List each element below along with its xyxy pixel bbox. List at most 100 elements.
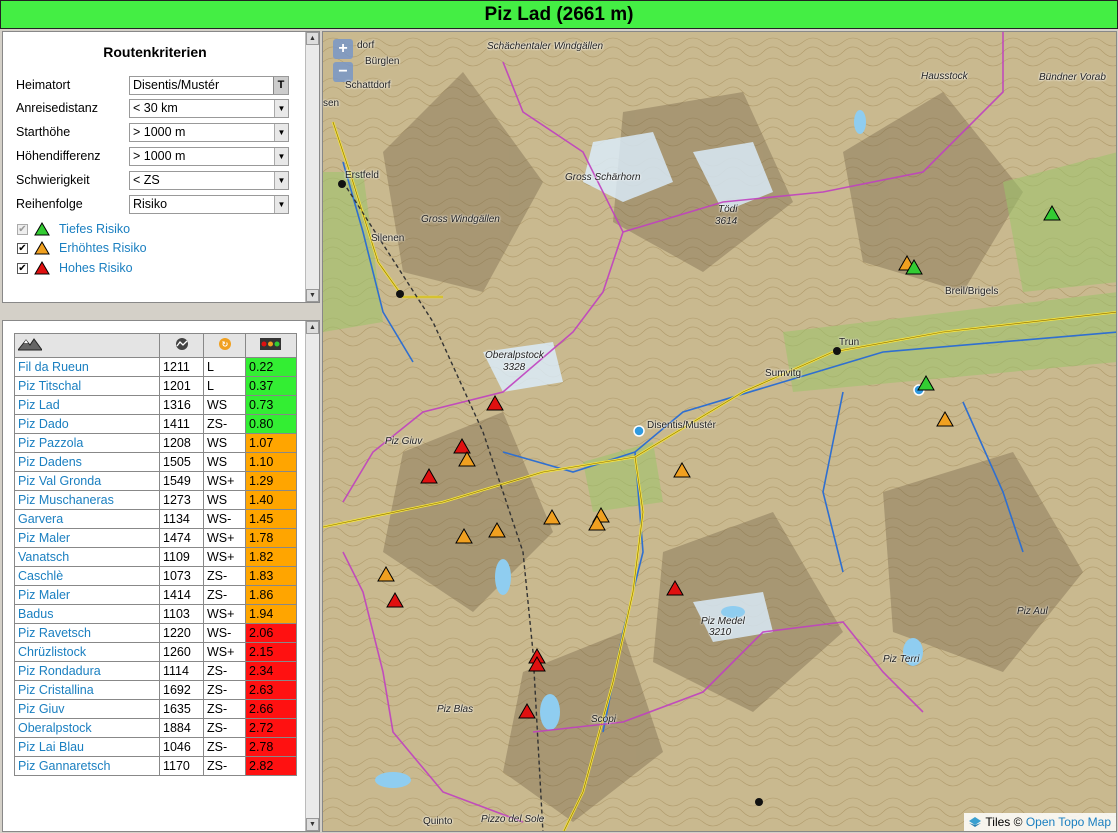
name-column-header[interactable] — [14, 333, 160, 358]
home-input[interactable]: Disentis/Mustér T — [129, 76, 289, 95]
zoom-in-button[interactable]: + — [333, 39, 353, 59]
tour-name[interactable]: Piz Maler — [14, 585, 160, 605]
tour-difficulty: WS — [203, 490, 246, 510]
difficulty-column-header[interactable]: ↻ — [203, 333, 246, 358]
chevron-down-icon[interactable]: ▼ — [274, 100, 288, 117]
difficulty-value: < ZS — [133, 173, 160, 187]
table-row[interactable]: Badus 1103 WS+ 1.94 — [14, 604, 297, 624]
difficulty-icon: ↻ — [218, 338, 231, 350]
tour-difficulty: ZS- — [203, 756, 246, 776]
traffic-light-icon — [260, 338, 281, 350]
tour-name[interactable]: Garvera — [14, 509, 160, 529]
table-row[interactable]: Oberalpstock 1884 ZS- 2.72 — [14, 718, 297, 738]
low-risk-label[interactable]: Tiefes Risiko — [59, 222, 130, 236]
tour-name[interactable]: Piz Dadens — [14, 452, 160, 472]
map-label: Breil/Brigels — [945, 286, 999, 297]
zoom-out-button[interactable]: − — [333, 62, 353, 82]
tour-name[interactable]: Piz Rondadura — [14, 661, 160, 681]
attribution-link[interactable]: Open Topo Map — [1026, 815, 1111, 829]
table-row[interactable]: Piz Lai Blau 1046 ZS- 2.78 — [14, 737, 297, 757]
table-row[interactable]: Piz Pazzola 1208 WS 1.07 — [14, 433, 297, 453]
table-row[interactable]: Piz Gannaretsch 1170 ZS- 2.82 — [14, 756, 297, 776]
sort-select[interactable]: Risiko ▼ — [129, 195, 289, 214]
elevation-gain-select[interactable]: > 1000 m ▼ — [129, 147, 289, 166]
tour-name[interactable]: Fil da Rueun — [14, 357, 160, 377]
tour-name[interactable]: Badus — [14, 604, 160, 624]
elevation-gain-value: > 1000 m — [133, 149, 186, 163]
start-altitude-select[interactable]: > 1000 m ▼ — [129, 123, 289, 142]
tour-name[interactable]: Piz Lad — [14, 395, 160, 415]
table-row[interactable]: Fil da Rueun 1211 L 0.22 — [14, 357, 297, 377]
tour-name[interactable]: Piz Giuv — [14, 699, 160, 719]
tour-altitude: 1134 — [159, 509, 204, 529]
tour-name[interactable]: Piz Dado — [14, 414, 160, 434]
tour-name[interactable]: Vanatsch — [14, 547, 160, 567]
table-row[interactable]: Caschlè 1073 ZS- 1.83 — [14, 566, 297, 586]
chevron-down-icon[interactable]: ▼ — [274, 124, 288, 141]
tour-risk: 2.78 — [245, 737, 297, 757]
tour-risk: 1.86 — [245, 585, 297, 605]
tour-risk: 2.66 — [245, 699, 297, 719]
table-row[interactable]: Piz Dadens 1505 WS 1.10 — [14, 452, 297, 472]
chevron-down-icon[interactable]: ▼ — [274, 196, 288, 213]
tour-name[interactable]: Piz Val Gronda — [14, 471, 160, 491]
sort-value: Risiko — [133, 197, 168, 211]
topo-map[interactable]: + − Schächentaler Windgällen Bürglen Sch… — [322, 31, 1117, 832]
text-mode-button[interactable]: T — [273, 77, 288, 94]
tour-name[interactable]: Piz Gannaretsch — [14, 756, 160, 776]
table-row[interactable]: Piz Maler 1474 WS+ 1.78 — [14, 528, 297, 548]
table-row[interactable]: Piz Lad 1316 WS 0.73 — [14, 395, 297, 415]
difficulty-select[interactable]: < ZS ▼ — [129, 171, 289, 190]
table-row[interactable]: Piz Cristallina 1692 ZS- 2.63 — [14, 680, 297, 700]
elevated-risk-label[interactable]: Erhöhtes Risiko — [59, 241, 147, 255]
risk-column-header[interactable] — [245, 333, 297, 358]
scroll-down-icon[interactable]: ▼ — [306, 818, 319, 831]
tour-name[interactable]: Piz Titschal — [14, 376, 160, 396]
low-risk-checkbox[interactable]: ✔ — [17, 224, 28, 235]
table-row[interactable]: Piz Val Gronda 1549 WS+ 1.29 — [14, 471, 297, 491]
tour-name[interactable]: Piz Ravetsch — [14, 623, 160, 643]
table-row[interactable]: Piz Ravetsch 1220 WS- 2.06 — [14, 623, 297, 643]
criteria-heading: Routenkriterien — [103, 44, 207, 60]
tour-risk: 1.78 — [245, 528, 297, 548]
chevron-down-icon[interactable]: ▼ — [274, 172, 288, 189]
chevron-down-icon[interactable]: ▼ — [274, 148, 288, 165]
table-row[interactable]: Piz Rondadura 1114 ZS- 2.34 — [14, 661, 297, 681]
tour-difficulty: ZS- — [203, 414, 246, 434]
tour-difficulty: ZS- — [203, 718, 246, 738]
tour-name[interactable]: Caschlè — [14, 566, 160, 586]
tour-name[interactable]: Oberalpstock — [14, 718, 160, 738]
tour-name[interactable]: Piz Pazzola — [14, 433, 160, 453]
table-row[interactable]: Piz Dado 1411 ZS- 0.80 — [14, 414, 297, 434]
elevated-risk-checkbox[interactable]: ✔ — [17, 243, 28, 254]
tour-altitude: 1220 — [159, 623, 204, 643]
scroll-up-icon[interactable]: ▲ — [306, 32, 319, 45]
table-row[interactable]: Piz Maler 1414 ZS- 1.86 — [14, 585, 297, 605]
start-altitude-label: Starthöhe — [16, 125, 71, 139]
table-row[interactable]: Piz Titschal 1201 L 0.37 — [14, 376, 297, 396]
high-risk-checkbox[interactable]: ✔ — [17, 263, 28, 274]
tour-name[interactable]: Chrüzlistock — [14, 642, 160, 662]
criteria-scrollbar[interactable]: ▲ ▼ — [305, 32, 319, 302]
scroll-up-icon[interactable]: ▲ — [306, 321, 319, 334]
table-row[interactable]: Vanatsch 1109 WS+ 1.82 — [14, 547, 297, 567]
results-scrollbar[interactable]: ▲ ▼ — [305, 321, 319, 831]
tour-name[interactable]: Piz Maler — [14, 528, 160, 548]
table-row[interactable]: Chrüzlistock 1260 WS+ 2.15 — [14, 642, 297, 662]
tour-name[interactable]: Piz Muschaneras — [14, 490, 160, 510]
tour-name[interactable]: Piz Cristallina — [14, 680, 160, 700]
table-row[interactable]: Garvera 1134 WS- 1.45 — [14, 509, 297, 529]
map-label: 3614 — [715, 216, 738, 227]
table-row[interactable]: Piz Giuv 1635 ZS- 2.66 — [14, 699, 297, 719]
altitude-column-header[interactable] — [159, 333, 204, 358]
tour-difficulty: ZS- — [203, 661, 246, 681]
map-label: Scopi — [591, 714, 617, 725]
tour-altitude: 1103 — [159, 604, 204, 624]
home-value: Disentis/Mustér — [133, 78, 220, 92]
scroll-down-icon[interactable]: ▼ — [306, 289, 319, 302]
table-row[interactable]: Piz Muschaneras 1273 WS 1.40 — [14, 490, 297, 510]
tour-name[interactable]: Piz Lai Blau — [14, 737, 160, 757]
distance-select[interactable]: < 30 km ▼ — [129, 99, 289, 118]
map-label: Trun — [839, 337, 860, 348]
high-risk-label[interactable]: Hohes Risiko — [59, 261, 133, 275]
